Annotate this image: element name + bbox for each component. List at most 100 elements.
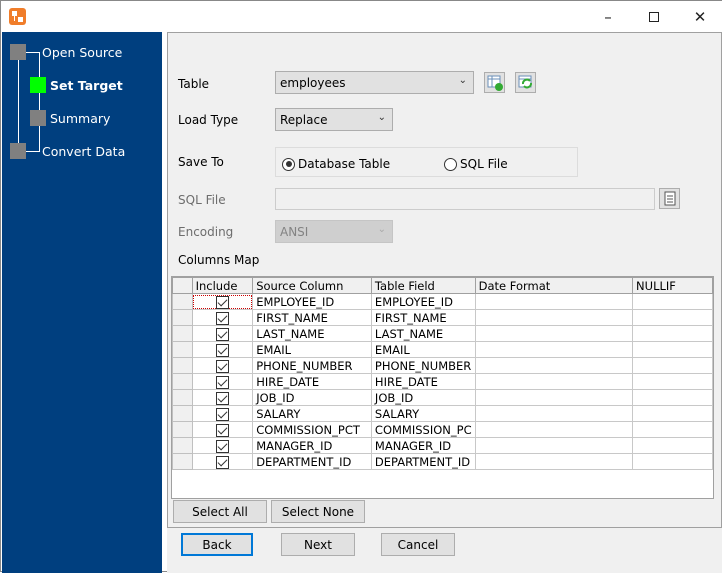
table-row[interactable]: COMMISSION_PCT COMMISSION_PC xyxy=(172,421,713,438)
nullif-cell[interactable] xyxy=(632,389,713,406)
database-table-radio[interactable]: Database Table xyxy=(282,157,390,171)
column-header-include[interactable]: Include xyxy=(191,277,254,294)
encoding-dropdown[interactable]: ANSI ⌄ xyxy=(275,220,393,243)
nullif-cell[interactable] xyxy=(632,325,713,342)
source-column-cell[interactable]: EMAIL xyxy=(252,341,372,358)
next-button[interactable]: Next xyxy=(281,533,355,556)
include-cell[interactable] xyxy=(191,437,254,454)
create-table-button[interactable] xyxy=(484,72,505,93)
row-header[interactable] xyxy=(172,293,193,310)
back-button[interactable]: Back xyxy=(181,533,253,556)
row-header[interactable] xyxy=(172,309,193,326)
date-format-cell[interactable] xyxy=(474,389,634,406)
load-type-dropdown[interactable]: Replace ⌄ xyxy=(275,108,393,131)
source-column-cell[interactable]: SALARY xyxy=(252,405,372,422)
checkbox-checked-icon[interactable] xyxy=(215,327,229,341)
column-header-source[interactable]: Source Column xyxy=(252,277,372,294)
include-cell[interactable] xyxy=(191,357,254,374)
nullif-cell[interactable] xyxy=(632,357,713,374)
browse-sql-file-button[interactable] xyxy=(659,188,680,209)
source-column-cell[interactable]: COMMISSION_PCT xyxy=(252,421,372,438)
nullif-cell[interactable] xyxy=(632,293,713,310)
date-format-cell[interactable] xyxy=(474,373,634,390)
nullif-cell[interactable] xyxy=(632,453,713,470)
nullif-cell[interactable] xyxy=(632,405,713,422)
checkbox-checked-icon[interactable] xyxy=(215,423,229,437)
cancel-button[interactable]: Cancel xyxy=(381,533,455,556)
nullif-cell[interactable] xyxy=(632,373,713,390)
table-field-cell[interactable]: FIRST_NAME xyxy=(370,309,476,326)
checkbox-checked-icon[interactable] xyxy=(215,343,229,357)
row-header[interactable] xyxy=(172,405,193,422)
source-column-cell[interactable]: PHONE_NUMBER xyxy=(252,357,372,374)
source-column-cell[interactable]: DEPARTMENT_ID xyxy=(252,453,372,470)
include-cell[interactable] xyxy=(191,293,254,310)
checkbox-checked-icon[interactable] xyxy=(215,295,229,309)
date-format-cell[interactable] xyxy=(474,453,634,470)
date-format-cell[interactable] xyxy=(474,437,634,454)
source-column-cell[interactable]: JOB_ID xyxy=(252,389,372,406)
checkbox-checked-icon[interactable] xyxy=(215,311,229,325)
table-field-cell[interactable]: EMAIL xyxy=(370,341,476,358)
select-none-button[interactable]: Select None xyxy=(271,500,365,523)
date-format-cell[interactable] xyxy=(474,325,634,342)
date-format-cell[interactable] xyxy=(474,309,634,326)
date-format-cell[interactable] xyxy=(474,293,634,310)
date-format-cell[interactable] xyxy=(474,405,634,422)
row-header[interactable] xyxy=(172,341,193,358)
nullif-cell[interactable] xyxy=(632,341,713,358)
table-field-cell[interactable]: PHONE_NUMBER xyxy=(370,357,476,374)
close-button[interactable]: ✕ xyxy=(677,1,722,32)
table-row[interactable]: SALARY SALARY xyxy=(172,405,713,422)
source-column-cell[interactable]: FIRST_NAME xyxy=(252,309,372,326)
table-field-cell[interactable]: DEPARTMENT_ID xyxy=(370,453,476,470)
table-row[interactable]: DEPARTMENT_ID DEPARTMENT_ID xyxy=(172,453,713,470)
table-field-cell[interactable]: LAST_NAME xyxy=(370,325,476,342)
table-row[interactable]: PHONE_NUMBER PHONE_NUMBER xyxy=(172,357,713,374)
table-row[interactable]: LAST_NAME LAST_NAME xyxy=(172,325,713,342)
row-header[interactable] xyxy=(172,325,193,342)
maximize-button[interactable] xyxy=(631,1,677,32)
table-row[interactable]: JOB_ID JOB_ID xyxy=(172,389,713,406)
date-format-cell[interactable] xyxy=(474,341,634,358)
nullif-cell[interactable] xyxy=(632,421,713,438)
table-row[interactable]: FIRST_NAME FIRST_NAME xyxy=(172,309,713,326)
source-column-cell[interactable]: MANAGER_ID xyxy=(252,437,372,454)
table-field-cell[interactable]: SALARY xyxy=(370,405,476,422)
table-row[interactable]: HIRE_DATE HIRE_DATE xyxy=(172,373,713,390)
column-header-nullif[interactable]: NULLIF xyxy=(632,277,713,294)
minimize-button[interactable]: – xyxy=(585,1,631,32)
include-cell[interactable] xyxy=(191,309,254,326)
include-cell[interactable] xyxy=(191,389,254,406)
include-cell[interactable] xyxy=(191,453,254,470)
include-cell[interactable] xyxy=(191,421,254,438)
table-row[interactable]: MANAGER_ID MANAGER_ID xyxy=(172,437,713,454)
select-all-button[interactable]: Select All xyxy=(173,500,267,523)
row-header[interactable] xyxy=(172,437,193,454)
date-format-cell[interactable] xyxy=(474,421,634,438)
source-column-cell[interactable]: EMPLOYEE_ID xyxy=(252,293,372,310)
row-header[interactable] xyxy=(172,373,193,390)
refresh-table-button[interactable] xyxy=(515,72,536,93)
checkbox-checked-icon[interactable] xyxy=(215,375,229,389)
row-header[interactable] xyxy=(172,389,193,406)
row-header[interactable] xyxy=(172,453,193,470)
checkbox-checked-icon[interactable] xyxy=(215,359,229,373)
date-format-cell[interactable] xyxy=(474,357,634,374)
checkbox-checked-icon[interactable] xyxy=(215,455,229,469)
source-column-cell[interactable]: HIRE_DATE xyxy=(252,373,372,390)
table-row[interactable]: EMPLOYEE_ID EMPLOYEE_ID xyxy=(172,293,713,310)
sql-file-radio[interactable]: SQL File xyxy=(444,157,508,171)
include-cell[interactable] xyxy=(191,405,254,422)
table-field-cell[interactable]: HIRE_DATE xyxy=(370,373,476,390)
source-column-cell[interactable]: LAST_NAME xyxy=(252,325,372,342)
column-header-field[interactable]: Table Field xyxy=(370,277,476,294)
table-row[interactable]: EMAIL EMAIL xyxy=(172,341,713,358)
checkbox-checked-icon[interactable] xyxy=(215,391,229,405)
nullif-cell[interactable] xyxy=(632,437,713,454)
include-cell[interactable] xyxy=(191,373,254,390)
row-header[interactable] xyxy=(172,357,193,374)
column-header-date-format[interactable]: Date Format xyxy=(474,277,634,294)
table-field-cell[interactable]: COMMISSION_PC xyxy=(370,421,476,438)
table-field-cell[interactable]: JOB_ID xyxy=(370,389,476,406)
